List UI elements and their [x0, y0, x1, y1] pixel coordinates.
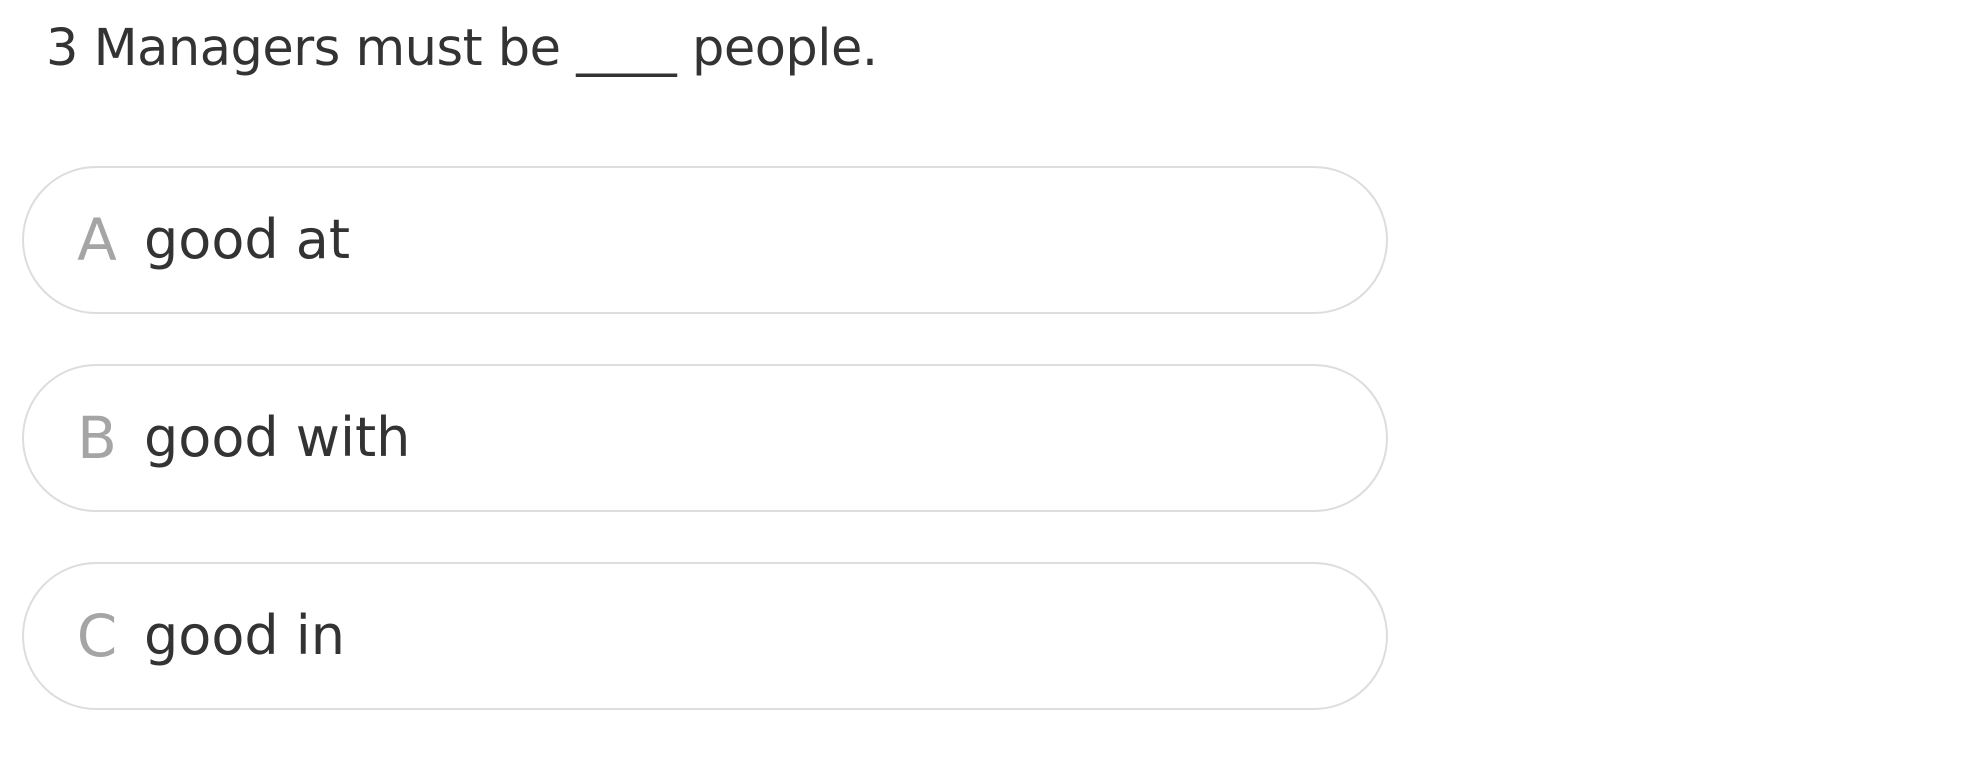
option-text: good in: [144, 604, 346, 667]
option-text: good with: [144, 406, 411, 469]
option-letter: C: [76, 602, 118, 670]
answer-options: A good at B good with C good in: [22, 166, 1388, 760]
question-text: 3 Managers must be ____ people.: [46, 19, 878, 78]
option-a[interactable]: A good at: [22, 166, 1388, 314]
option-letter: B: [77, 404, 117, 472]
option-text: good at: [144, 208, 351, 271]
option-c[interactable]: C good in: [22, 562, 1388, 710]
option-letter: A: [77, 206, 117, 274]
option-b[interactable]: B good with: [22, 364, 1388, 512]
